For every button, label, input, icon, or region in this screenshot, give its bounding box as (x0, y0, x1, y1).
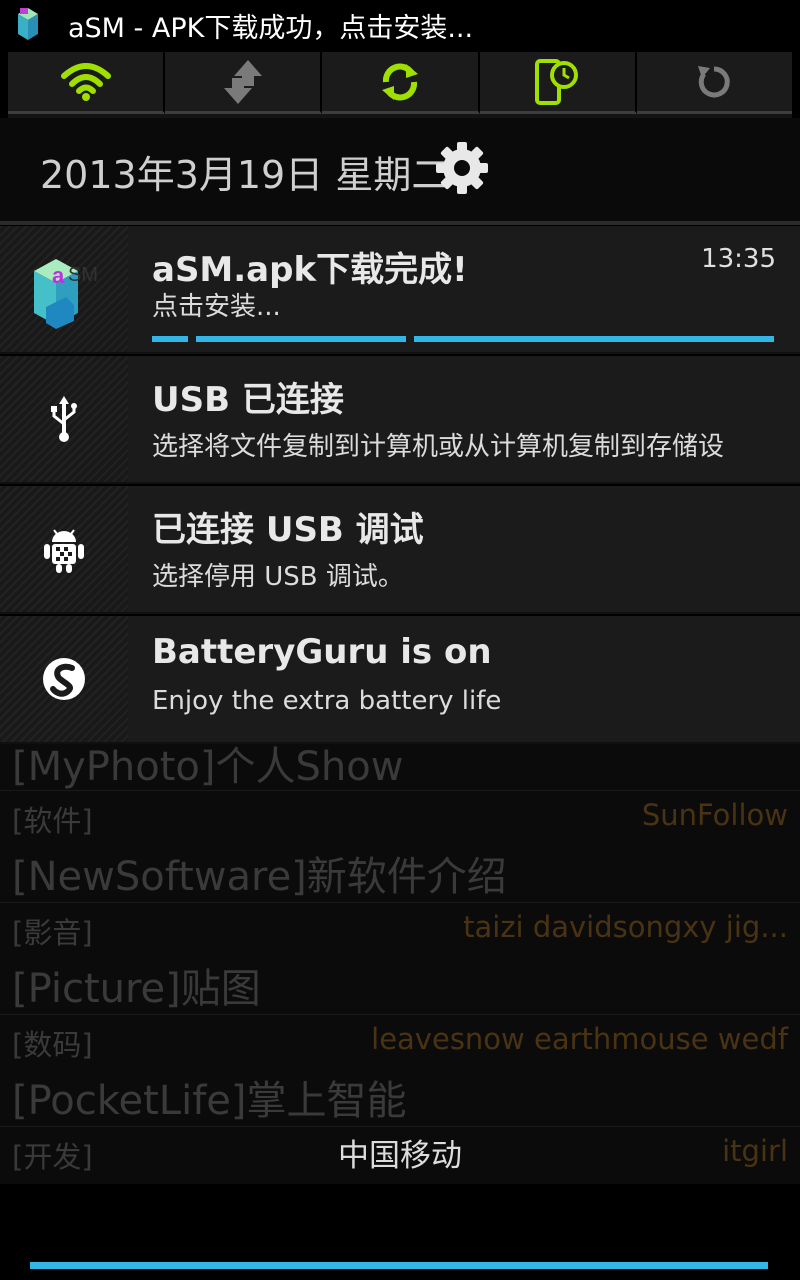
bg-users: SunFollow (641, 798, 788, 832)
wifi-icon (60, 62, 111, 101)
notification-text: Enjoy the extra battery life (152, 686, 502, 716)
bg-users: taizi davidsongxy jig... (463, 910, 788, 944)
bg-category: [软件] (12, 804, 93, 838)
background-app-list: [MyPhoto]个人Show [软件] SunFollow [NewSoftw… (0, 740, 800, 1190)
notification-icon-box: a SM (0, 226, 128, 352)
notification-title: aSM.apk下载完成! (152, 250, 468, 290)
bg-separator (0, 902, 800, 903)
date-row: 2013年3月19日 星期二 (0, 118, 800, 222)
screen-timeout-icon (535, 58, 579, 105)
progress-segment (196, 336, 406, 342)
progress-segment (152, 336, 188, 342)
quick-settings-bar (8, 52, 793, 118)
wifi-toggle[interactable] (8, 52, 166, 114)
bg-separator (0, 790, 800, 791)
bg-category: [数码] (12, 1028, 93, 1062)
notification-asm-download[interactable]: a SM aSM.apk下载完成! 13:35 点击安装... (0, 226, 800, 354)
shade-divider (0, 221, 800, 225)
notification-time: 13:35 (701, 244, 776, 274)
notification-usb-connected[interactable]: USB 已连接 选择将文件复制到计算机或从计算机复制到存储设 (0, 356, 800, 484)
android-debug-icon (44, 529, 84, 573)
svg-text:SM: SM (68, 264, 98, 286)
bg-category: [影音] (12, 916, 93, 950)
notification-text: 点击安装... (152, 292, 281, 322)
shade-drag-handle[interactable] (30, 1262, 768, 1269)
progress-segment (414, 336, 774, 342)
notification-title: BatteryGuru is on (152, 632, 492, 672)
usb-icon (51, 396, 77, 442)
notification-icon-box (0, 356, 128, 482)
data-transfer-icon (223, 59, 262, 104)
asm-app-icon (18, 8, 38, 40)
bg-forum-title: [NewSoftware]新软件介绍 (12, 854, 507, 900)
batteryguru-icon (43, 658, 85, 700)
bg-separator (0, 1014, 800, 1015)
notification-text: 选择停用 USB 调试。 (152, 562, 404, 592)
screen-timeout-toggle[interactable] (479, 52, 637, 114)
download-progress-bar (152, 336, 774, 342)
notification-title: 已连接 USB 调试 (152, 510, 424, 550)
notification-batteryguru[interactable]: BatteryGuru is on Enjoy the extra batter… (0, 616, 800, 744)
notification-icon-box (0, 486, 128, 612)
sync-icon (382, 63, 418, 100)
bg-separator (0, 1126, 800, 1127)
asm-app-icon: a SM (34, 259, 98, 329)
bg-forum-title: [Picture]贴图 (12, 966, 261, 1012)
notification-title: USB 已连接 (152, 380, 344, 420)
auto-rotate-toggle[interactable] (636, 52, 793, 114)
svg-text:a: a (52, 263, 65, 288)
status-notification-ticker: aSM - APK下载成功，点击安装... (68, 13, 474, 44)
notification-text: 选择将文件复制到计算机或从计算机复制到存储设 (152, 432, 725, 462)
bg-users: leavesnow earthmouse wedf (371, 1022, 788, 1056)
notification-usb-debugging[interactable]: 已连接 USB 调试 选择停用 USB 调试。 (0, 486, 800, 614)
current-date: 2013年3月19日 星期二 (40, 153, 450, 197)
sync-toggle[interactable] (322, 52, 480, 114)
mobile-data-toggle[interactable] (165, 52, 323, 114)
notification-icon-box (0, 616, 128, 742)
auto-rotate-icon (698, 65, 731, 97)
bg-forum-title: [PocketLife]掌上智能 (12, 1078, 407, 1124)
carrier-label: 中国移动 (338, 1138, 462, 1174)
status-bar: aSM - APK下载成功，点击安装... (0, 0, 800, 48)
settings-gear-icon[interactable] (434, 140, 490, 196)
